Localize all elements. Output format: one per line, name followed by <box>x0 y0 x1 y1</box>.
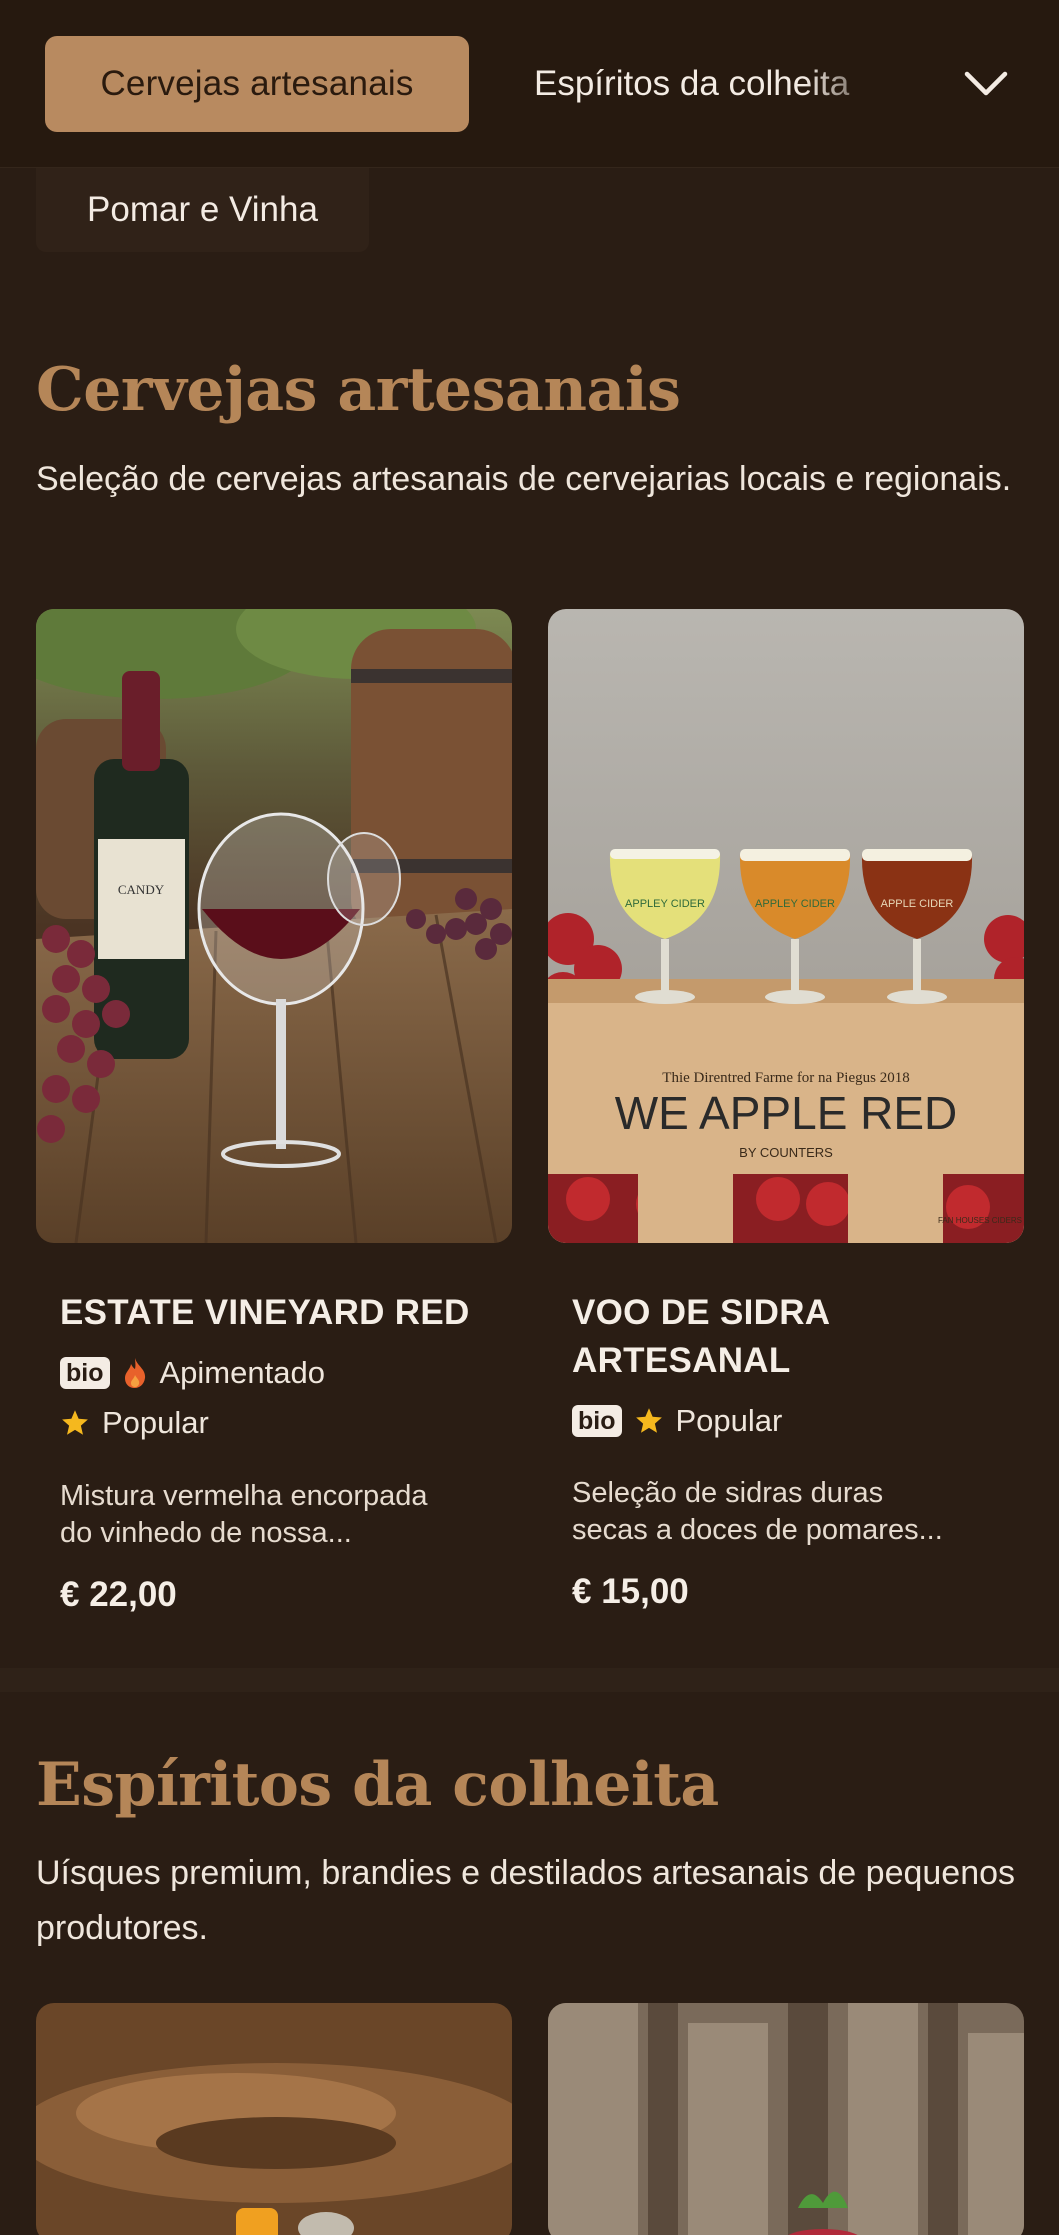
section-title: Cervejas artesanais <box>36 355 681 425</box>
product-description: Seleção de sidras duras secas a doces de… <box>572 1475 992 1549</box>
product-image[interactable] <box>36 2003 512 2235</box>
product-image-voo-de-sidra[interactable]: Thie Direntred Farme for na Piegus 2018 … <box>548 609 1024 1243</box>
expand-categories-button[interactable] <box>958 56 1014 112</box>
tab-pomar-e-vinha[interactable]: Pomar e Vinha <box>36 168 369 252</box>
product-tags: bio Popular <box>572 1403 782 1439</box>
product-name[interactable]: VOO DE SIDRA ARTESANAL <box>572 1289 1012 1385</box>
product-image-estate-vineyard-red[interactable]: CANDY <box>36 609 512 1243</box>
glass-label: APPLE CIDER <box>881 898 954 910</box>
product-description-line: Seleção de sidras duras <box>572 1477 884 1509</box>
bio-badge: bio <box>60 1357 110 1389</box>
product-description-line: secas a doces de pomares... <box>572 1514 943 1546</box>
product-name-line: ARTESANAL <box>572 1341 791 1380</box>
bio-badge: bio <box>572 1405 622 1437</box>
product-description: Mistura vermelha encorpada do vinhedo de… <box>60 1478 480 1552</box>
svg-text:CANDY: CANDY <box>118 882 165 897</box>
product-description-line: do vinhedo de nossa... <box>60 1517 352 1549</box>
product-tags: bio Apimentado <box>60 1355 325 1391</box>
product-image[interactable] <box>548 2003 1024 2235</box>
product-price: € 22,00 <box>60 1575 177 1614</box>
popular-label: Popular <box>102 1405 209 1440</box>
section-title: Espíritos da colheita <box>36 1750 719 1820</box>
glass-label: APPLEY CIDER <box>755 898 835 910</box>
crate-small-text: Thie Direntred Farme for na Piegus 2018 <box>662 1070 909 1086</box>
spicy-label: Apimentado <box>159 1355 325 1390</box>
product-name[interactable]: ESTATE VINEYARD RED <box>60 1289 500 1337</box>
popular-label: Popular <box>675 1403 783 1438</box>
category-nav: Cervejas artesanais Espíritos da colheit… <box>0 0 1059 168</box>
product-description-line: Mistura vermelha encorpada <box>60 1480 428 1512</box>
product-popular: Popular <box>60 1405 209 1441</box>
tab-espiritos-da-colheita[interactable]: Espíritos da colheita <box>534 36 894 132</box>
crate-big-text: WE APPLE RED <box>615 1087 958 1139</box>
glass-label: APPLEY CIDER <box>625 898 705 910</box>
flame-icon <box>124 1358 145 1388</box>
product-name-line: VOO DE SIDRA <box>572 1293 831 1332</box>
star-icon <box>635 1408 662 1433</box>
crate-corner-text: FAN HOUSES CIDERS <box>938 1216 1022 1225</box>
section-description: Seleção de cervejas artesanais de cervej… <box>36 460 1012 498</box>
section-divider <box>0 1668 1059 1692</box>
tab-cervejas-artesanais[interactable]: Cervejas artesanais <box>45 36 469 132</box>
star-icon <box>62 1410 88 1435</box>
section-description: Uísques premium, brandies e destilados a… <box>36 1854 1016 1947</box>
product-price: € 15,00 <box>572 1572 689 1611</box>
chevron-down-icon <box>964 71 1008 96</box>
crate-sub-text: BY COUNTERS <box>739 1145 833 1160</box>
